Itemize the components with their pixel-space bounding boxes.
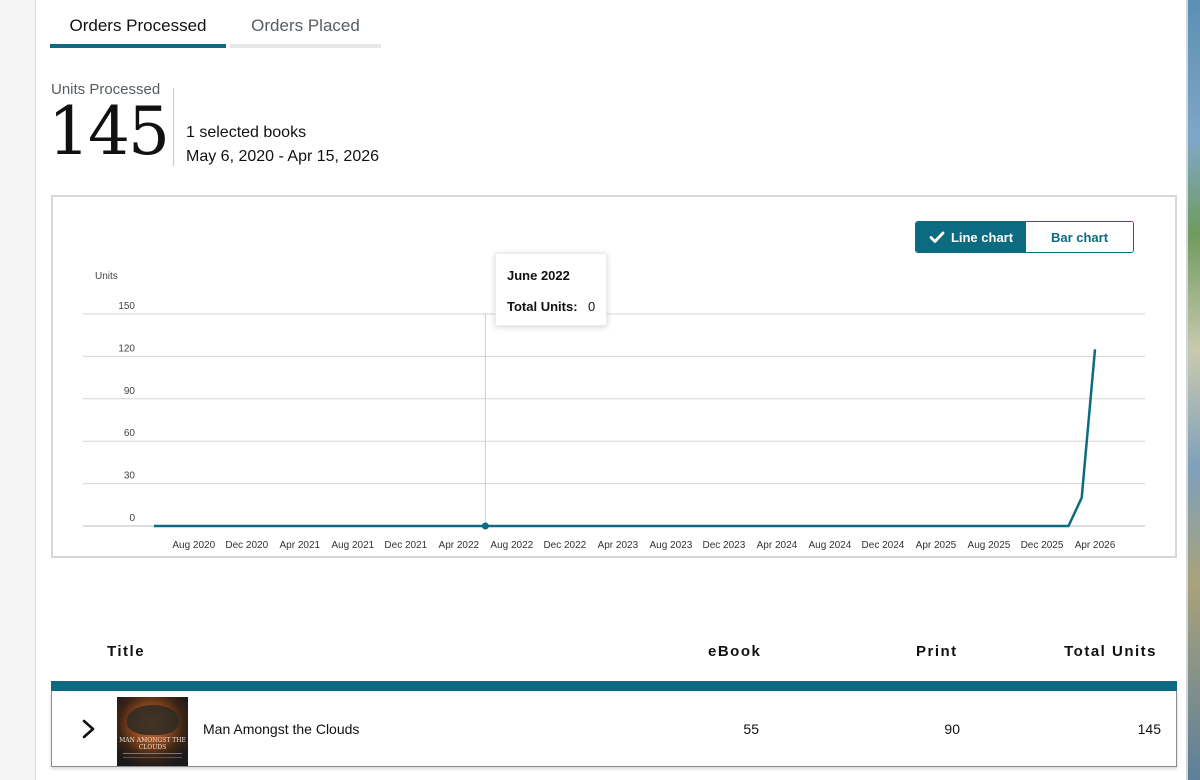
x-tick-label: Aug 2025 (968, 540, 1011, 551)
y-tick-label: 60 (124, 428, 136, 439)
x-tick-label: Aug 2023 (649, 540, 692, 551)
x-tick-label: Apr 2025 (916, 540, 957, 551)
cover-tree-shape (127, 705, 179, 735)
units-processed-value: 145 (48, 93, 170, 170)
tooltip-title: June 2022 (507, 268, 570, 283)
x-tick-label: Apr 2021 (279, 540, 320, 551)
highlighted-data-point (481, 522, 489, 530)
table-header-band (51, 681, 1177, 691)
y-tick-label: 150 (118, 301, 135, 312)
chevron-right-icon[interactable] (80, 718, 98, 740)
left-gutter (0, 0, 36, 780)
book-cover-image: MAN AMONGST THE CLOUDS (117, 697, 188, 766)
x-tick-label: Aug 2021 (331, 540, 374, 551)
tooltip-value: 0 (588, 299, 596, 314)
tooltip-label: Total Units: (507, 299, 578, 314)
x-tick-label: Apr 2023 (598, 540, 639, 551)
summary-divider (173, 88, 174, 166)
cover-title-text: MAN AMONGST THE CLOUDS (119, 737, 186, 751)
desktop-background-strip (1186, 0, 1200, 780)
x-tick-label: Dec 2022 (543, 540, 586, 551)
x-tick-label: Apr 2022 (439, 540, 480, 551)
x-tick-label: Aug 2020 (172, 540, 215, 551)
tab-active-indicator (50, 44, 226, 48)
total-units: 145 (1137, 721, 1161, 737)
tab-orders-placed[interactable]: Orders Placed (230, 14, 381, 48)
ebook-units: 55 (743, 721, 759, 737)
x-tick-label: Dec 2025 (1021, 540, 1064, 551)
x-tick-label: Apr 2024 (757, 540, 798, 551)
x-tick-label: Aug 2022 (490, 540, 533, 551)
selected-books-count: 1 selected books (186, 124, 307, 141)
print-units: 90 (944, 721, 960, 737)
column-header-ebook[interactable]: eBook (708, 643, 761, 660)
tab-orders-processed[interactable]: Orders Processed (50, 14, 226, 48)
y-tick-label: 90 (124, 386, 136, 397)
tab-inactive-indicator (230, 44, 381, 48)
x-tick-label: Dec 2020 (225, 540, 268, 551)
y-tick-label: 30 (124, 471, 136, 482)
column-header-print[interactable]: Print (916, 643, 958, 660)
column-header-total-units[interactable]: Total Units (1064, 643, 1157, 660)
date-range: May 6, 2020 - Apr 15, 2026 (186, 148, 380, 165)
book-title[interactable]: Man Amongst the Clouds (203, 721, 359, 737)
column-header-title[interactable]: Title (107, 643, 145, 660)
x-tick-label: Dec 2023 (702, 540, 745, 551)
chart-tooltip: June 2022 Total Units: 0 (495, 253, 607, 326)
x-tick-label: Aug 2024 (809, 540, 852, 551)
x-tick-label: Dec 2024 (862, 540, 905, 551)
cover-subtitle-lines (123, 753, 182, 758)
y-axis-label: Units (95, 271, 118, 282)
y-tick-label: 120 (118, 343, 135, 354)
units-series-line (154, 349, 1097, 528)
x-tick-label: Apr 2026 (1075, 540, 1116, 551)
y-tick-label: 0 (129, 513, 135, 524)
x-tick-label: Dec 2021 (384, 540, 427, 551)
units-line-chart[interactable]: Units 0 30 60 90 120 150 Aug 2020 Dec 2020 Apr 20… (53, 197, 1175, 556)
